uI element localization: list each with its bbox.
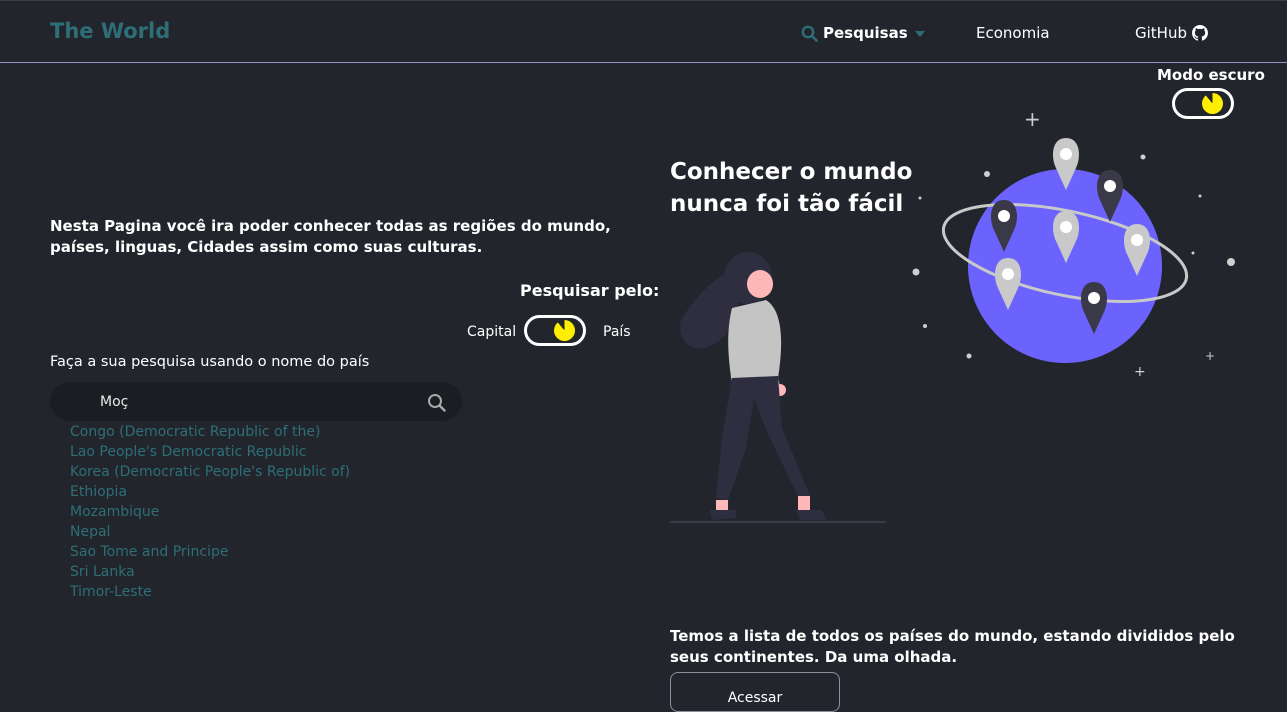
search-result-item[interactable]: Lao People's Democratic Republic bbox=[70, 442, 350, 462]
search-label: Faça a sua pesquisa usando o nome do paí… bbox=[50, 354, 370, 370]
search-bar bbox=[50, 382, 462, 421]
toggle-knob bbox=[554, 320, 575, 341]
dark-mode-label: Modo escuro bbox=[1157, 66, 1265, 84]
navbar: The World Pesquisas Economia GitHub bbox=[0, 0, 1287, 63]
search-input[interactable] bbox=[100, 382, 410, 421]
search-mode-toggle[interactable] bbox=[524, 315, 586, 346]
woman-illustration bbox=[670, 252, 886, 523]
nav-github-link[interactable]: GitHub bbox=[1135, 24, 1208, 42]
nav-pesquisas-dropdown[interactable]: Pesquisas bbox=[801, 24, 925, 42]
acessar-button[interactable]: Acessar bbox=[670, 672, 840, 712]
github-icon bbox=[1191, 25, 1208, 41]
hero-description: Temos a lista de todos os países do mund… bbox=[670, 627, 1235, 666]
search-result-item[interactable]: Ethiopia bbox=[70, 482, 350, 502]
nav-economia-link[interactable]: Economia bbox=[976, 24, 1050, 42]
search-icon[interactable] bbox=[427, 393, 446, 412]
search-result-item[interactable]: Nepal bbox=[70, 522, 350, 542]
svg-text:+: + bbox=[1205, 349, 1215, 363]
search-result-item[interactable]: Sri Lanka bbox=[70, 562, 350, 582]
search-result-item[interactable]: Congo (Democratic Republic of the) bbox=[70, 422, 350, 442]
search-results-list: Congo (Democratic Republic of the) Lao P… bbox=[70, 422, 350, 602]
chevron-down-icon bbox=[914, 30, 925, 37]
search-mode-title: Pesquisar pelo: bbox=[520, 281, 660, 300]
search-result-item[interactable]: Mozambique bbox=[70, 502, 350, 522]
search-result-item[interactable]: Sao Tome and Principe bbox=[70, 542, 350, 562]
nav-github-label: GitHub bbox=[1135, 24, 1187, 42]
search-icon bbox=[801, 25, 818, 42]
search-mode-option-capital[interactable]: Capital bbox=[467, 324, 516, 340]
search-result-item[interactable]: Timor-Leste bbox=[70, 582, 350, 602]
svg-text:+: + bbox=[1134, 364, 1146, 378]
globe-illustration: + + + bbox=[912, 108, 1235, 378]
search-result-item[interactable]: Korea (Democratic People's Republic of) bbox=[70, 462, 350, 482]
intro-text: Nesta Pagina você ira poder conhecer tod… bbox=[50, 217, 611, 256]
search-mode-option-pais[interactable]: País bbox=[603, 324, 631, 340]
brand-logo[interactable]: The World bbox=[50, 19, 170, 43]
svg-text:+: + bbox=[1024, 108, 1041, 131]
nav-pesquisas-label: Pesquisas bbox=[823, 24, 908, 42]
